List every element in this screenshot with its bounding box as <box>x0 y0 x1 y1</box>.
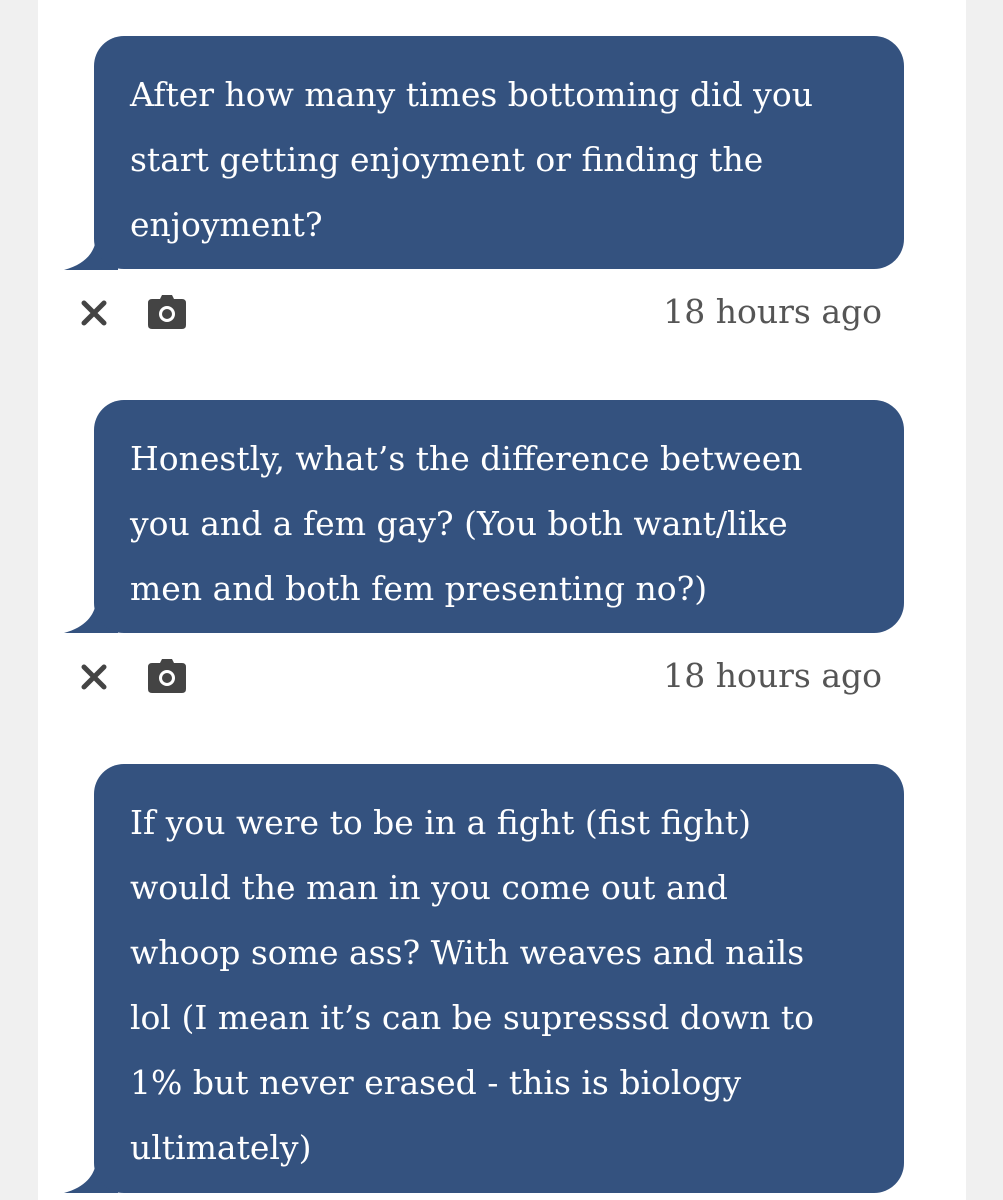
question-bubble: If you were to be in a fight (fist fight… <box>94 764 904 1193</box>
camera-icon[interactable] <box>148 659 186 693</box>
question-list: After how many times bottoming did you s… <box>38 0 966 1200</box>
close-icon[interactable] <box>80 663 108 691</box>
close-icon[interactable] <box>80 299 108 327</box>
question-bubble: Honestly, what’s the difference between … <box>94 400 904 633</box>
timestamp: 18 hours ago <box>663 656 882 695</box>
question-actions: 18 hours ago <box>38 656 966 709</box>
question-actions: 18 hours ago <box>38 292 966 345</box>
camera-icon[interactable] <box>148 295 186 329</box>
question-text: After how many times bottoming did you s… <box>130 75 813 244</box>
question-text: Honestly, what’s the difference between … <box>130 439 803 608</box>
question-bubble: After how many times bottoming did you s… <box>94 36 904 269</box>
question-text: If you were to be in a fight (fist fight… <box>130 803 815 1167</box>
timestamp: 18 hours ago <box>663 292 882 331</box>
